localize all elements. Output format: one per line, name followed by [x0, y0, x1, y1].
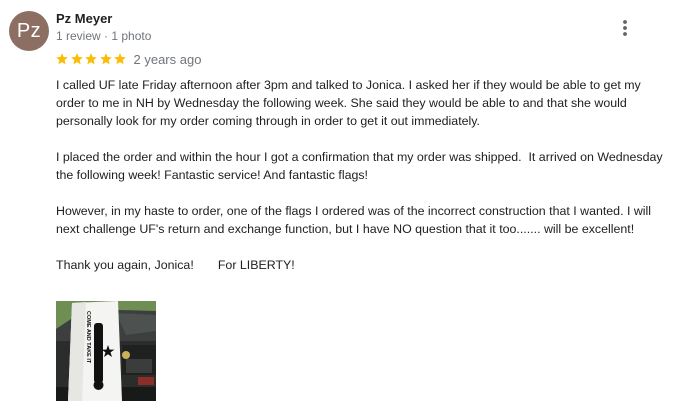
review-photo[interactable]: COME AND TAKE IT [56, 301, 156, 401]
rating-row: 2 years ago [55, 51, 201, 67]
flag-lettering: COME AND TAKE IT [85, 311, 91, 364]
star-icon [99, 52, 113, 66]
more-vert-icon [623, 20, 627, 36]
more-options-button[interactable] [612, 15, 638, 41]
reviewer-meta: 1 review · 1 photo [56, 29, 152, 43]
star-icon [55, 52, 69, 66]
avatar-initials: Pz [16, 20, 42, 42]
review-text: I called UF late Friday afternoon after … [56, 76, 666, 274]
review-paragraph: Thank you again, Jonica! For LIBERTY! [56, 258, 295, 272]
flag-photo-image: COME AND TAKE IT [56, 301, 156, 401]
review-card: Pz Pz Meyer 1 review · 1 photo 2 years a… [0, 0, 673, 411]
review-paragraph: However, in my haste to order, one of th… [56, 204, 655, 236]
review-paragraph: I called UF late Friday afternoon after … [56, 78, 645, 128]
avatar[interactable]: Pz [9, 11, 49, 51]
reviewer-name[interactable]: Pz Meyer [56, 11, 112, 26]
review-paragraph: I placed the order and within the hour I… [56, 150, 667, 182]
star-icon [70, 52, 84, 66]
star-icon [84, 52, 98, 66]
star-icon [113, 52, 127, 66]
review-time: 2 years ago [133, 51, 202, 67]
star-rating [55, 52, 128, 66]
